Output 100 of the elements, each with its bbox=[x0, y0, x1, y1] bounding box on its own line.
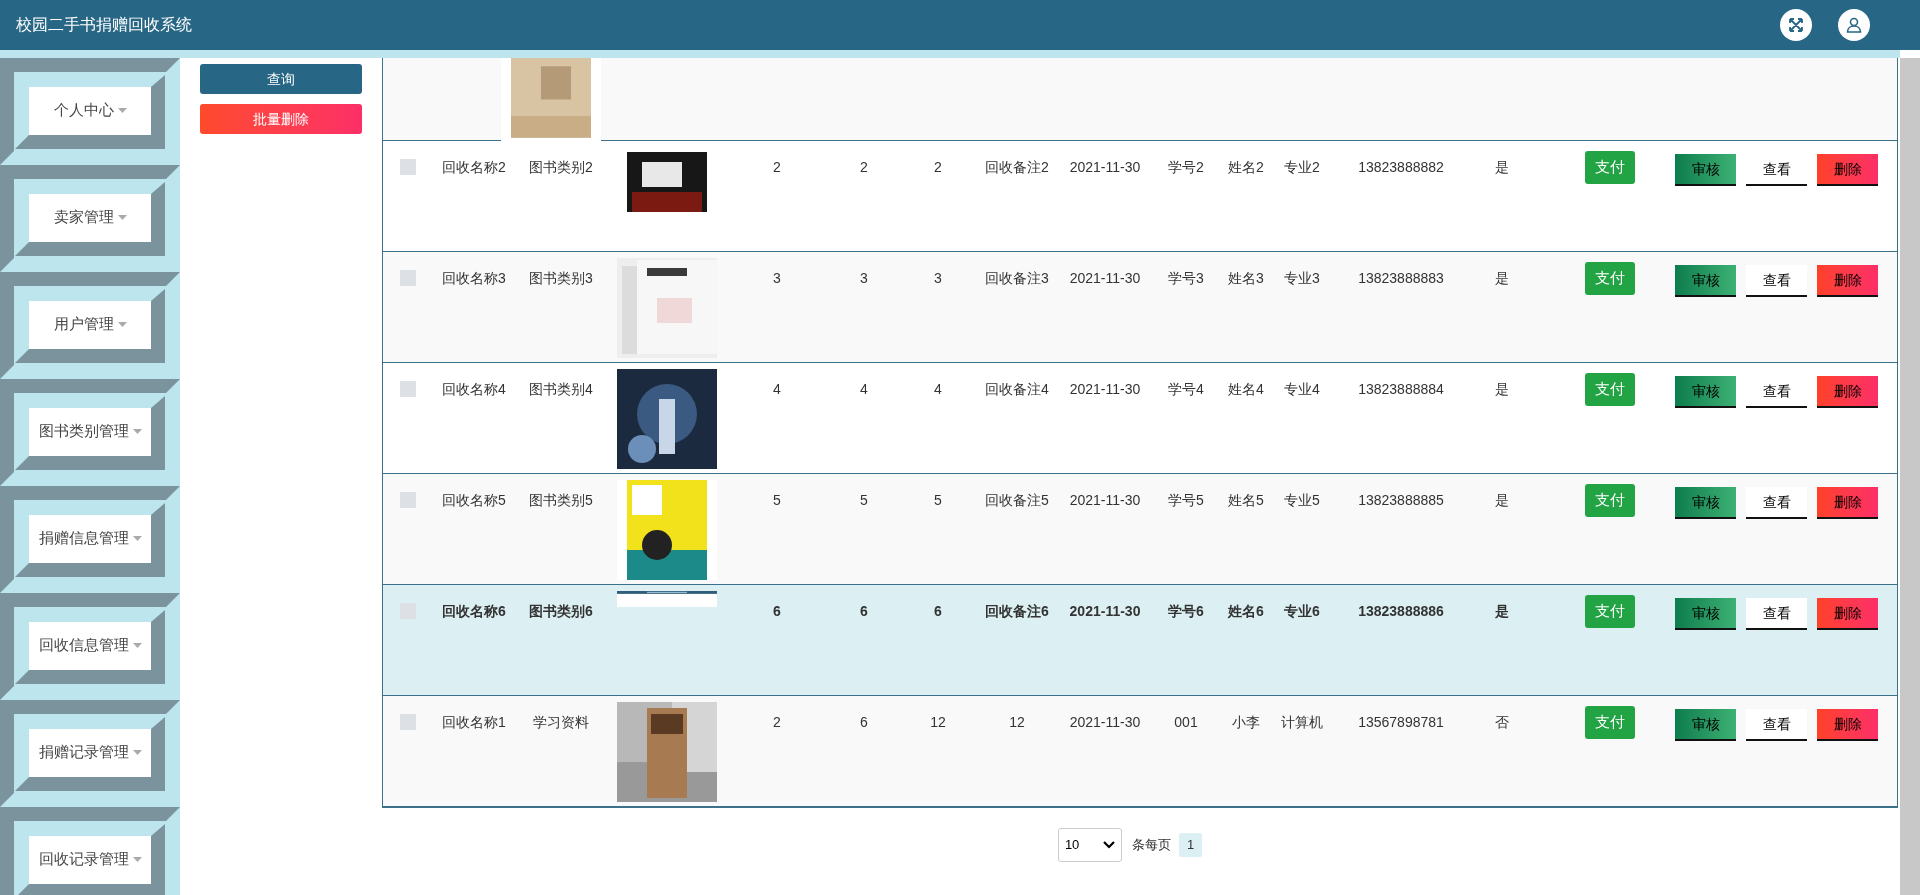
view-button[interactable]: 查看 bbox=[1746, 709, 1807, 741]
delete-button[interactable]: 删除 bbox=[1817, 376, 1878, 408]
table-cell-text: 是 bbox=[1494, 491, 1510, 510]
table-cell-text: 专业3 bbox=[1283, 269, 1321, 288]
table-cell-text: 专业6 bbox=[1283, 602, 1321, 621]
table-cell-text: 学习资料 bbox=[532, 713, 590, 732]
table-cell-text: 专业2 bbox=[1283, 158, 1321, 177]
table-cell-text: 2021-11-30 bbox=[1068, 380, 1142, 399]
table-cell-text: 计算机 bbox=[1280, 713, 1324, 732]
table-cell-text: 4 bbox=[933, 380, 943, 399]
delete-button[interactable]: 删除 bbox=[1817, 709, 1878, 741]
view-button[interactable]: 查看 bbox=[1746, 265, 1807, 297]
caret-icon bbox=[117, 322, 127, 327]
view-button[interactable]: 查看 bbox=[1746, 598, 1807, 630]
table-cell-text: 4 bbox=[859, 380, 869, 399]
delete-button[interactable]: 删除 bbox=[1817, 598, 1878, 630]
table-cell-text: 回收备注3 bbox=[984, 269, 1050, 288]
user-icon[interactable] bbox=[1838, 9, 1870, 41]
search-button[interactable]: 查询 bbox=[200, 64, 362, 94]
table-cell-text: 2021-11-30 bbox=[1068, 491, 1142, 510]
table-cell-text: 图书类别2 bbox=[528, 158, 594, 177]
delete-button[interactable]: 删除 bbox=[1817, 265, 1878, 297]
page-size-label: 条每页 bbox=[1131, 836, 1171, 855]
table-cell-text: 5 bbox=[772, 491, 782, 510]
table-cell-text: 13823888884 bbox=[1357, 380, 1445, 399]
sidebar-item[interactable]: 个人中心 bbox=[29, 86, 151, 135]
table-cell-text: 回收名称3 bbox=[441, 269, 507, 288]
table-cell-text: 回收备注6 bbox=[984, 602, 1050, 621]
table-cell-text: 回收名称1 bbox=[441, 713, 507, 732]
sidebar-item[interactable]: 回收记录管理 bbox=[29, 835, 151, 884]
pay-button[interactable]: 支付 bbox=[1585, 484, 1635, 517]
table-cell-text: 13823888885 bbox=[1357, 491, 1445, 510]
caret-icon bbox=[132, 429, 142, 434]
caret-icon bbox=[132, 857, 142, 862]
page-button[interactable]: 1 bbox=[1178, 833, 1203, 857]
table-cell-text: 3 bbox=[933, 269, 943, 288]
review-button[interactable]: 审核 bbox=[1675, 376, 1736, 408]
table-cell-text: 2021-11-30 bbox=[1068, 269, 1142, 288]
review-button[interactable]: 审核 bbox=[1675, 487, 1736, 519]
table-cell-text: 图书类别4 bbox=[528, 380, 594, 399]
review-button[interactable]: 审核 bbox=[1675, 598, 1736, 630]
pay-button[interactable]: 支付 bbox=[1585, 706, 1635, 739]
table-cell-text: 2 bbox=[772, 158, 782, 177]
batch-delete-button[interactable]: 批量删除 bbox=[200, 104, 362, 134]
table-cell-text: 4 bbox=[772, 380, 782, 399]
table-cell-text: 回收备注4 bbox=[984, 380, 1050, 399]
table-cell-text: 是 bbox=[1494, 269, 1510, 288]
sidebar-item[interactable]: 捐赠记录管理 bbox=[29, 728, 151, 777]
table-cell-text: 专业5 bbox=[1283, 491, 1321, 510]
table-cell-text: 回收名称2 bbox=[441, 158, 507, 177]
table-cell-text: 13567898781 bbox=[1357, 713, 1445, 732]
sidebar-item[interactable]: 回收信息管理 bbox=[29, 621, 151, 670]
pay-button[interactable]: 支付 bbox=[1585, 262, 1635, 295]
sidebar-item[interactable]: 用户管理 bbox=[29, 300, 151, 349]
table-cell-text: 图书类别5 bbox=[528, 491, 594, 510]
caret-icon bbox=[117, 215, 127, 220]
table-cell-text: 3 bbox=[772, 269, 782, 288]
table-cell-text: 是 bbox=[1494, 380, 1510, 399]
review-button[interactable]: 审核 bbox=[1675, 709, 1736, 741]
view-button[interactable]: 查看 bbox=[1746, 487, 1807, 519]
page-size-select[interactable]: 10 bbox=[1057, 828, 1122, 862]
sidebar-item[interactable]: 卖家管理 bbox=[29, 193, 151, 242]
table-cell-text: 学号6 bbox=[1167, 602, 1205, 621]
table-cell-text: 姓名5 bbox=[1227, 491, 1265, 510]
table-cell-text: 6 bbox=[772, 602, 782, 621]
delete-button[interactable]: 删除 bbox=[1817, 487, 1878, 519]
table-cell-text: 姓名2 bbox=[1227, 158, 1265, 177]
table-cell-text: 5 bbox=[933, 491, 943, 510]
caret-icon bbox=[132, 643, 142, 648]
table-cell-text: 学号5 bbox=[1167, 491, 1205, 510]
table-cell-text: 回收备注5 bbox=[984, 491, 1050, 510]
table-cell-text: 回收名称6 bbox=[441, 602, 507, 621]
scrollbar[interactable] bbox=[1900, 58, 1920, 895]
review-button[interactable]: 审核 bbox=[1675, 154, 1736, 186]
table-cell-text: 13823888886 bbox=[1357, 602, 1445, 621]
sidebar-item[interactable]: 捐赠信息管理 bbox=[29, 514, 151, 563]
checkbox[interactable] bbox=[400, 159, 416, 175]
fullscreen-icon[interactable] bbox=[1780, 9, 1812, 41]
delete-button[interactable]: 删除 bbox=[1817, 154, 1878, 186]
review-button[interactable]: 审核 bbox=[1675, 265, 1736, 297]
table-cell-text: 学号4 bbox=[1167, 380, 1205, 399]
table-cell-text: 2 bbox=[772, 713, 782, 732]
table-cell-text: 否 bbox=[1494, 713, 1510, 732]
table-cell-text: 001 bbox=[1173, 713, 1199, 732]
caret-icon bbox=[132, 750, 142, 755]
chevron-down-icon bbox=[1102, 841, 1115, 849]
select-value: 10 bbox=[1064, 836, 1080, 855]
checkbox[interactable] bbox=[400, 714, 416, 730]
checkbox[interactable] bbox=[400, 381, 416, 397]
pay-button[interactable]: 支付 bbox=[1585, 595, 1635, 628]
checkbox[interactable] bbox=[400, 492, 416, 508]
table-cell-text: 回收名称4 bbox=[441, 380, 507, 399]
checkbox[interactable] bbox=[400, 270, 416, 286]
pay-button[interactable]: 支付 bbox=[1585, 373, 1635, 406]
table-cell-text: 是 bbox=[1494, 602, 1510, 621]
app-title: 校园二手书捐赠回收系统 bbox=[16, 15, 192, 35]
pay-button[interactable]: 支付 bbox=[1585, 151, 1635, 184]
table-cell-text: 2 bbox=[859, 158, 869, 177]
table-cell-text: 6 bbox=[933, 602, 943, 621]
sidebar-item[interactable]: 图书类别管理 bbox=[29, 407, 151, 456]
